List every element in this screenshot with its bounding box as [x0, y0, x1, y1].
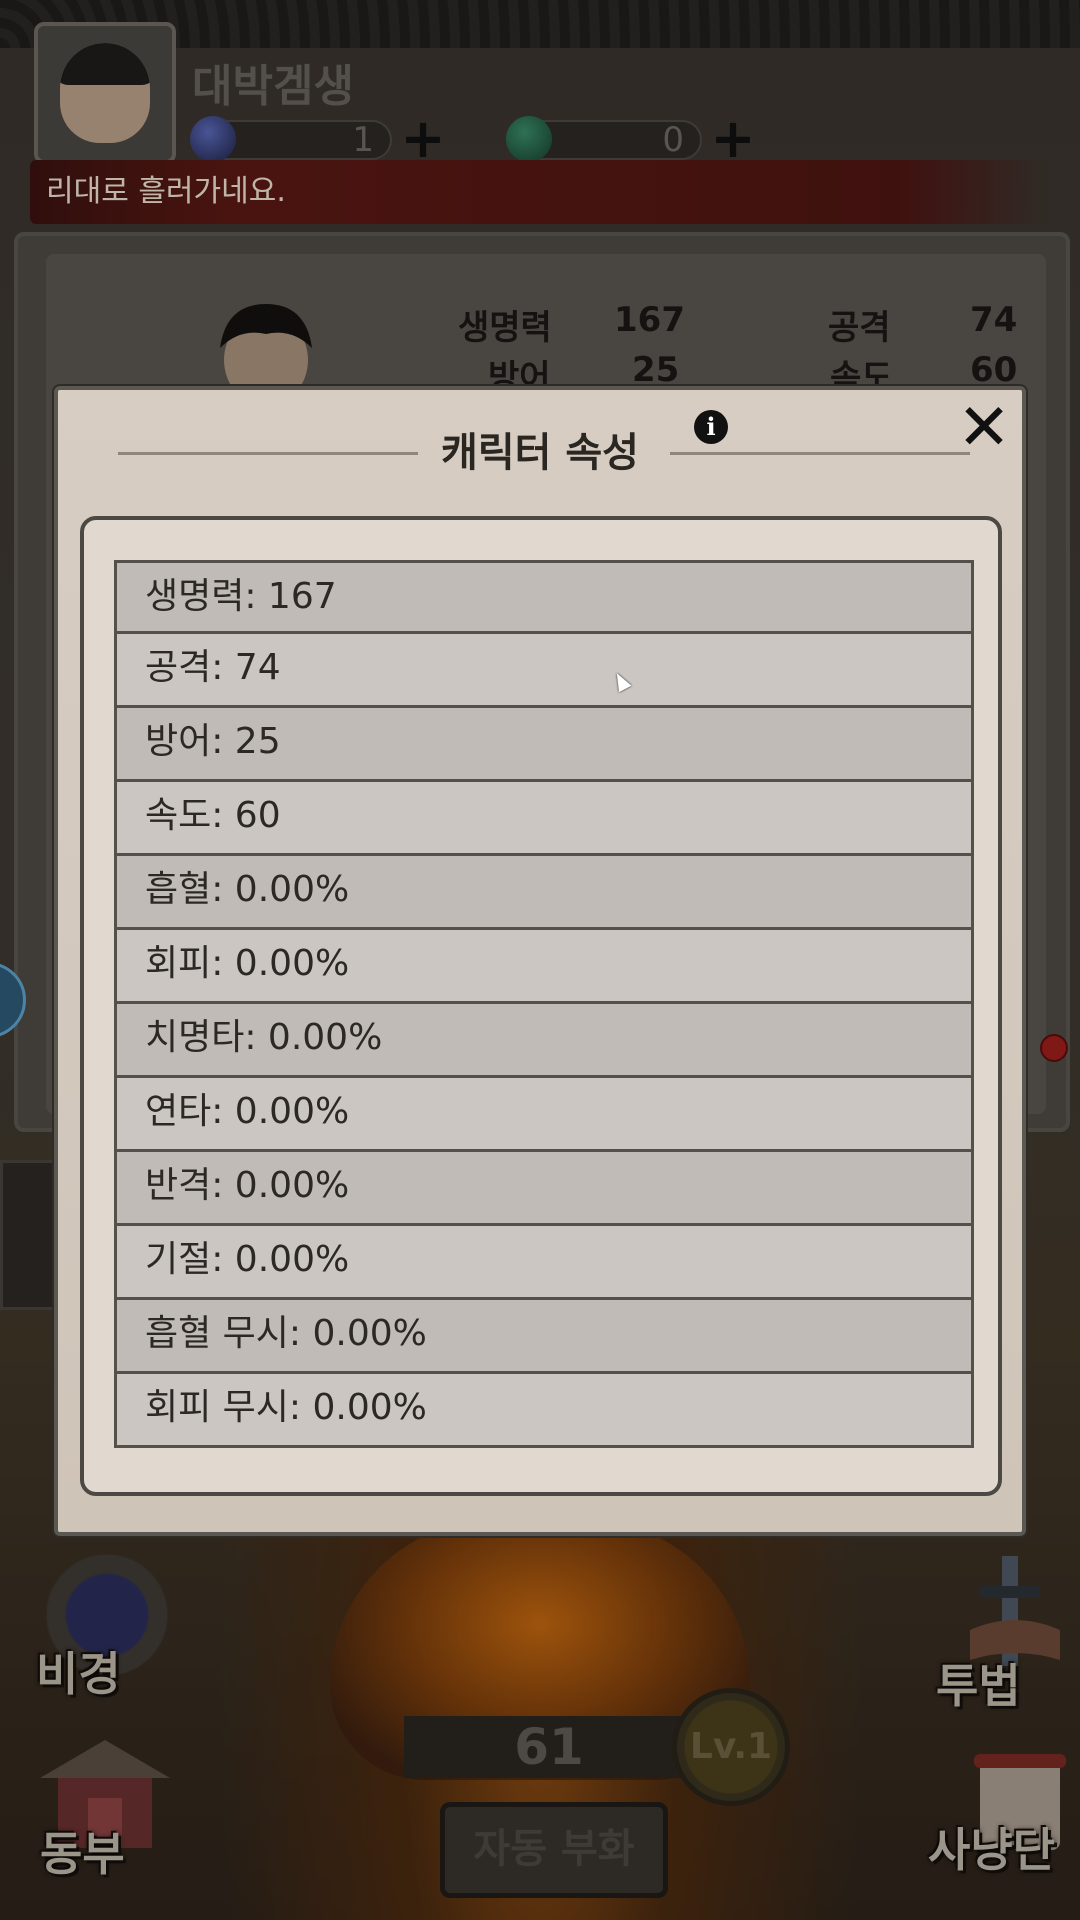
stat-row-counter: 반격: 0.00% [114, 1152, 974, 1226]
character-attributes-modal: 캐릭터 속성 i ✕ 생명력: 167 공격: 74 방어: 25 속도: 60… [54, 386, 1026, 1536]
stats-list: 생명력: 167 공격: 74 방어: 25 속도: 60 흡혈: 0.00% … [114, 560, 974, 1448]
close-button[interactable]: ✕ [952, 396, 1016, 460]
stat-row-evasion: 회피: 0.00% [114, 930, 974, 1004]
stat-row-hp: 생명력: 167 [114, 560, 974, 634]
stat-row-defense: 방어: 25 [114, 708, 974, 782]
info-icon[interactable]: i [694, 410, 728, 444]
stat-row-speed: 속도: 60 [114, 782, 974, 856]
stat-row-ignore-evasion: 회피 무시: 0.00% [114, 1374, 974, 1448]
stat-row-lifesteal: 흡혈: 0.00% [114, 856, 974, 930]
stat-row-ignore-lifesteal: 흡혈 무시: 0.00% [114, 1300, 974, 1374]
stat-row-critical: 치명타: 0.00% [114, 1004, 974, 1078]
modal-title: 캐릭터 속성 [441, 430, 639, 476]
stat-row-combo: 연타: 0.00% [114, 1078, 974, 1152]
stat-row-stun: 기절: 0.00% [114, 1226, 974, 1300]
stat-row-attack: 공격: 74 [114, 634, 974, 708]
stats-panel: 생명력: 167 공격: 74 방어: 25 속도: 60 흡혈: 0.00% … [80, 516, 1002, 1496]
